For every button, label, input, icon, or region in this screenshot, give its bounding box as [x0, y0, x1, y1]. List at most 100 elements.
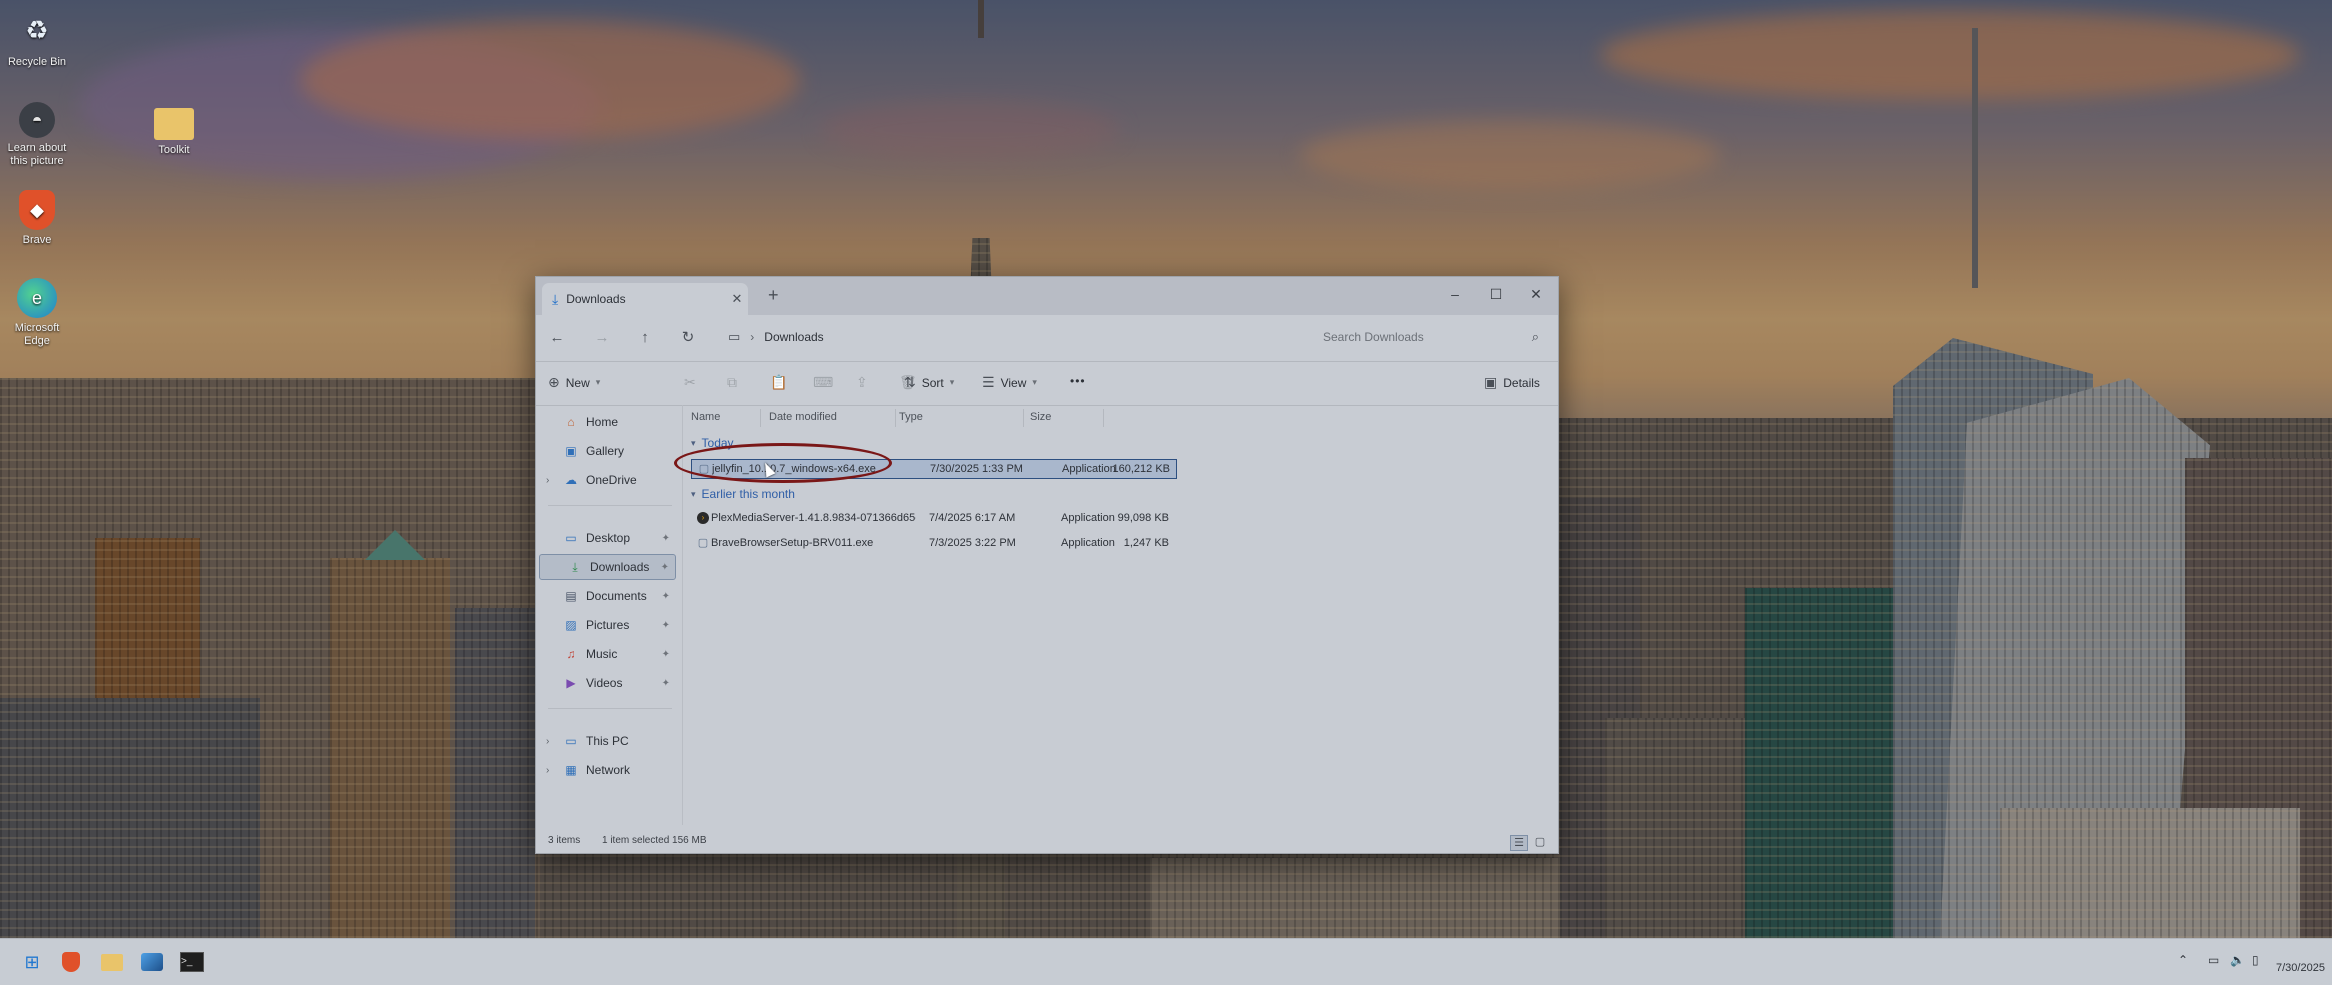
- nav-item-gallery[interactable]: ▣ Gallery: [536, 438, 676, 464]
- file-row-plex[interactable]: › PlexMediaServer-1.41.8.9834-071366d65-…: [691, 509, 1177, 529]
- nav-item-home[interactable]: ⌂ Home: [536, 409, 676, 435]
- start-icon[interactable]: ⊞: [19, 949, 45, 975]
- sort-label: Sort: [921, 375, 944, 390]
- battery-icon[interactable]: ▯: [2252, 953, 2259, 967]
- home-icon: ⌂: [567, 415, 575, 429]
- details-button[interactable]: ▣ Details: [1484, 374, 1540, 391]
- more-options-icon[interactable]: •••: [1070, 374, 1086, 388]
- nav-label: OneDrive: [586, 473, 637, 487]
- column-header-type[interactable]: Type: [899, 411, 923, 423]
- view-icon: ☰: [982, 374, 995, 390]
- details-view-icon[interactable]: ☰: [1510, 835, 1528, 851]
- nav-item-downloads[interactable]: ⤓ Downloads ✦: [539, 554, 676, 580]
- plex-app-icon: ›: [697, 512, 709, 524]
- desktop-icon-label: Microsoft Edge: [14, 322, 60, 347]
- chevron-down-icon: ▾: [691, 488, 696, 499]
- search-placeholder: Search Downloads: [1323, 330, 1424, 344]
- volume-icon[interactable]: 🔈: [2230, 953, 2245, 967]
- tiles-view-icon[interactable]: ▢: [1532, 835, 1548, 849]
- breadcrumb[interactable]: ▭ › Downloads: [728, 329, 824, 345]
- file-explorer-window: ⤓ Downloads ✕ + – ☐ ✕ ← → ↑ ↻ ▭ › Downlo…: [535, 276, 1559, 854]
- copy-icon[interactable]: ⧉: [727, 374, 737, 391]
- tab-close-icon[interactable]: ✕: [726, 291, 748, 307]
- annotation-circle: [674, 443, 892, 483]
- navigation-pane: ⌂ Home ▣ Gallery › ☁ OneDrive ▭ Desktop …: [536, 405, 683, 825]
- paste-icon[interactable]: 📋: [770, 374, 787, 391]
- pin-icon: ✦: [661, 619, 670, 631]
- desktop-icon-recycle-bin[interactable]: ♻ Recycle Bin: [2, 8, 72, 69]
- nav-label: Gallery: [586, 444, 625, 458]
- refresh-icon[interactable]: ↻: [677, 327, 699, 349]
- file-row-brave-setup[interactable]: ▢ BraveBrowserSetup-BRV011.exe 7/3/2025 …: [691, 534, 1177, 554]
- network-icon: ▦: [565, 763, 577, 777]
- file-explorer-icon[interactable]: [99, 949, 125, 975]
- nav-label: Network: [586, 763, 631, 777]
- chevron-up-icon[interactable]: ⌃: [2178, 953, 2188, 967]
- breadcrumb-downloads[interactable]: Downloads: [764, 330, 823, 344]
- nav-divider: [548, 708, 672, 709]
- terminal-icon[interactable]: >_: [179, 949, 205, 975]
- taskbar-date[interactable]: 7/30/2025: [2276, 962, 2325, 974]
- new-button[interactable]: ⊕ New ▾: [548, 374, 600, 391]
- new-label: New: [565, 375, 590, 390]
- chevron-right-icon: ›: [546, 735, 550, 747]
- rename-icon[interactable]: ⌨: [813, 374, 833, 391]
- desktop-icon: ▭: [565, 531, 577, 545]
- nav-item-onedrive[interactable]: › ☁ OneDrive: [536, 467, 676, 493]
- sort-button[interactable]: ⇅ Sort ▾: [904, 374, 954, 391]
- chevron-down-icon: ▾: [595, 377, 601, 387]
- column-separator: [895, 409, 896, 427]
- cut-icon[interactable]: ✂: [684, 374, 696, 391]
- chevron-down-icon: ▾: [691, 437, 696, 448]
- file-name: BraveBrowserSetup-BRV011.exe: [711, 537, 874, 549]
- desktop-icon-label: Recycle Bin: [7, 56, 67, 68]
- tab-bar: ⤓ Downloads ✕ + – ☐ ✕: [536, 277, 1558, 315]
- view-label: View: [1000, 375, 1027, 390]
- tab-downloads[interactable]: ⤓ Downloads ✕: [542, 283, 748, 315]
- desktop-icon-toolkit[interactable]: Toolkit: [139, 102, 209, 157]
- sort-icon: ⇅: [904, 374, 916, 390]
- network-status-icon[interactable]: ▭: [2208, 953, 2219, 967]
- nav-item-pictures[interactable]: ▨ Pictures ✦: [536, 612, 676, 638]
- nav-item-this-pc[interactable]: › ▭ This PC: [536, 728, 676, 754]
- share-icon[interactable]: ⇪: [856, 374, 868, 391]
- file-name: PlexMediaServer-1.41.8.9834-071366d65-..…: [711, 512, 916, 524]
- file-date: 7/4/2025 6:17 AM: [929, 512, 1016, 524]
- this-pc-icon: ▭: [565, 734, 577, 748]
- search-input[interactable]: Search Downloads ⌕: [1311, 321, 1551, 353]
- column-header-name[interactable]: Name: [691, 411, 720, 423]
- nav-label: Videos: [586, 676, 623, 690]
- view-button[interactable]: ☰ View ▾: [982, 374, 1037, 391]
- nav-item-music[interactable]: ♫ Music ✦: [536, 641, 676, 667]
- maximize-button[interactable]: ☐: [1477, 281, 1515, 307]
- chevron-down-icon: ▾: [1032, 377, 1037, 387]
- photos-icon[interactable]: [139, 949, 165, 975]
- close-button[interactable]: ✕: [1517, 281, 1555, 307]
- nav-label: Home: [586, 415, 619, 429]
- forward-arrow-icon[interactable]: →: [591, 327, 613, 349]
- up-arrow-icon[interactable]: ↑: [634, 327, 656, 349]
- learn-about-picture-icon: ◓: [19, 102, 55, 138]
- pictures-icon: ▨: [565, 618, 577, 632]
- videos-icon: ▶: [566, 676, 576, 690]
- desktop-icon-learn-about-picture[interactable]: ◓ Learn about this picture: [2, 102, 72, 168]
- status-item-count: 3 items: [548, 835, 581, 846]
- group-header-earlier-this-month[interactable]: ▾ Earlier this month: [691, 487, 795, 501]
- column-header-date[interactable]: Date modified: [769, 411, 837, 423]
- file-size: 99,098 KB: [1117, 512, 1169, 524]
- edge-browser-icon: e: [17, 278, 57, 318]
- nav-item-desktop[interactable]: ▭ Desktop ✦: [536, 525, 676, 551]
- nav-item-network[interactable]: › ▦ Network: [536, 757, 676, 783]
- minimize-button[interactable]: –: [1436, 281, 1474, 307]
- desktop-icon-brave[interactable]: ◆ Brave: [2, 190, 72, 247]
- pin-icon: ✦: [661, 648, 670, 660]
- back-arrow-icon[interactable]: ←: [546, 327, 568, 349]
- desktop-icon-edge[interactable]: e Microsoft Edge: [2, 278, 72, 348]
- documents-icon: ▤: [565, 589, 577, 603]
- nav-item-documents[interactable]: ▤ Documents ✦: [536, 583, 676, 609]
- new-tab-button[interactable]: +: [768, 285, 779, 306]
- brave-browser-icon[interactable]: [58, 949, 84, 975]
- column-header-size[interactable]: Size: [1030, 411, 1051, 423]
- details-pane-icon: ▣: [1484, 374, 1498, 390]
- nav-item-videos[interactable]: ▶ Videos ✦: [536, 670, 676, 696]
